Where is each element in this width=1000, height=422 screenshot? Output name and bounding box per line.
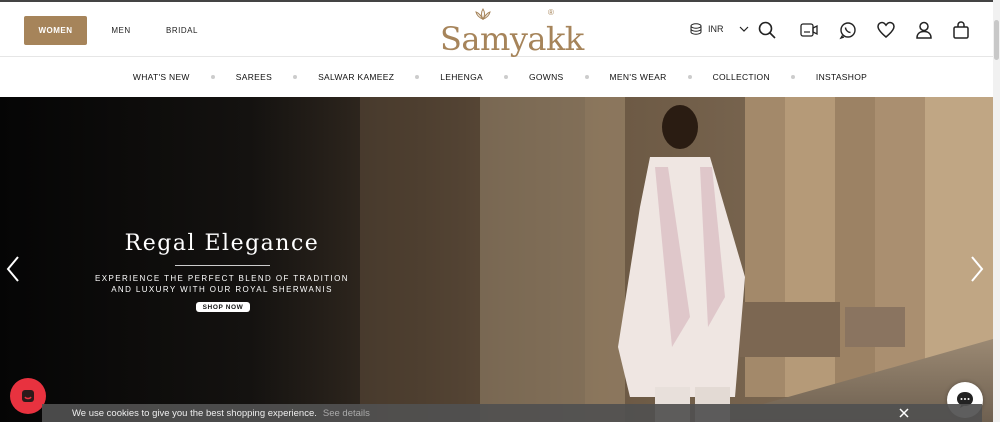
nav-instashop[interactable]: INSTASHOP: [816, 72, 867, 82]
nav-salwar-kameez[interactable]: SALWAR KAMEEZ: [318, 72, 394, 82]
nav-separator: [790, 75, 795, 79]
hero-subtitle: EXPERIENCE THE PERFECT BLEND OF TRADITIO…: [86, 273, 358, 295]
nav-sarees[interactable]: SAREES: [236, 72, 272, 82]
nav-separator: [503, 75, 508, 79]
hero-background-image: [0, 97, 1000, 422]
nav-separator: [293, 75, 298, 79]
cookie-details-link[interactable]: See details: [323, 408, 370, 419]
nav-separator: [584, 75, 589, 79]
chevron-down-icon: [739, 26, 748, 32]
currency-selector[interactable]: INR: [690, 22, 750, 36]
currency-label: INR: [708, 24, 724, 34]
logo-lotus-icon: [475, 8, 491, 20]
support-chat-button[interactable]: [10, 378, 46, 414]
shop-now-button[interactable]: SHOP NOW: [196, 302, 250, 312]
brand-logo[interactable]: Samyakk ®: [440, 8, 584, 58]
tab-men[interactable]: MEN: [106, 16, 136, 45]
tab-women[interactable]: WOMEN: [24, 16, 87, 45]
nav-collection[interactable]: COLLECTION: [713, 72, 770, 82]
hero-title: Regal Elegance: [124, 231, 320, 256]
search-icon[interactable]: [757, 20, 777, 40]
nav-separator: [687, 75, 692, 79]
registered-mark: ®: [548, 8, 554, 17]
whatsapp-icon[interactable]: [838, 20, 858, 40]
cookie-banner: We use cookies to give you the best shop…: [42, 404, 982, 422]
main-navigation: WHAT'S NEW SAREES SALWAR KAMEEZ LEHENGA …: [0, 57, 1000, 97]
nav-gowns[interactable]: GOWNS: [529, 72, 564, 82]
currency-icon: [690, 23, 702, 35]
shopping-bag-icon[interactable]: [951, 20, 971, 40]
nav-whats-new[interactable]: WHAT'S NEW: [133, 72, 190, 82]
scrollbar-track[interactable]: [993, 0, 1000, 422]
wishlist-heart-icon[interactable]: [876, 20, 896, 40]
hero-subtitle-line: EXPERIENCE THE PERFECT BLEND OF TRADITIO…: [95, 274, 349, 283]
nav-separator: [415, 75, 420, 79]
cookie-message: We use cookies to give you the best shop…: [72, 407, 317, 419]
hero-subtitle-line: AND LUXURY WITH OUR ROYAL SHERWANIS: [111, 285, 333, 294]
chevron-right-icon[interactable]: [968, 254, 986, 284]
chevron-left-icon[interactable]: [4, 254, 22, 284]
video-call-icon[interactable]: [799, 20, 819, 40]
nav-mens-wear[interactable]: MEN'S WEAR: [610, 72, 667, 82]
account-icon[interactable]: [914, 20, 934, 40]
hero-divider: [175, 265, 270, 266]
hero-banner[interactable]: Regal Elegance EXPERIENCE THE PERFECT BL…: [0, 97, 1000, 422]
close-icon[interactable]: [898, 407, 910, 419]
nav-lehenga[interactable]: LEHENGA: [440, 72, 483, 82]
tab-bridal[interactable]: BRIDAL: [160, 16, 204, 45]
logo-text: Samyakk: [440, 20, 584, 58]
smiley-chat-icon: [22, 390, 34, 402]
top-header: WOMEN MEN BRIDAL Samyakk ® INR: [0, 0, 1000, 58]
nav-separator: [210, 75, 215, 79]
scrollbar-thumb[interactable]: [994, 20, 999, 60]
